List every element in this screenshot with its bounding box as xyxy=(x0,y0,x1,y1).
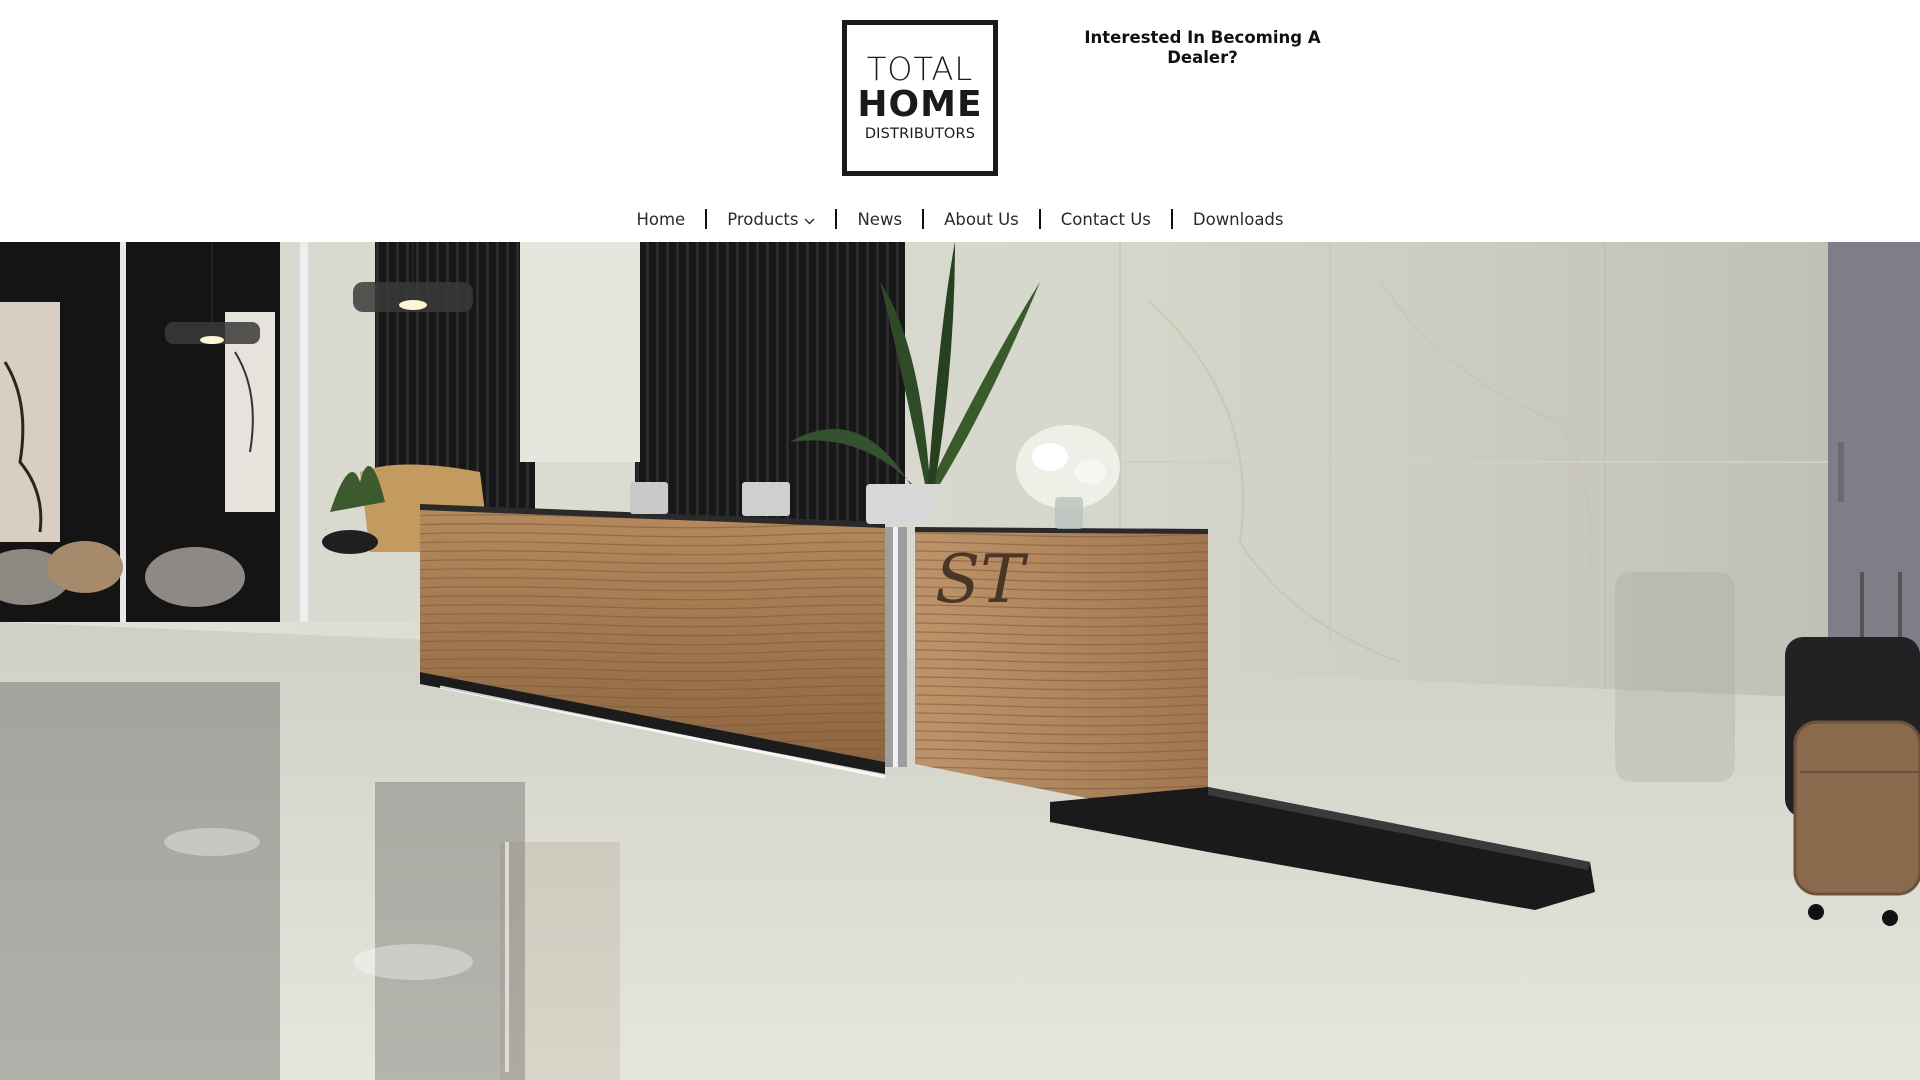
nav-item-label: Products xyxy=(727,209,799,229)
desk-sign: ST xyxy=(935,541,1029,618)
nav-item-label: Home xyxy=(636,209,686,229)
site-logo[interactable]: TOTAL HOME DISTRIBUTORS xyxy=(842,20,998,176)
nav-item-label: Contact Us xyxy=(1060,209,1151,229)
hero-illustration: ST xyxy=(0,242,1920,1080)
nav-item-label: About Us xyxy=(944,209,1019,229)
nav-item-home[interactable]: Home xyxy=(616,210,705,229)
nav-item-news[interactable]: News xyxy=(837,210,922,229)
site-header: TOTAL HOME DISTRIBUTORS Interested In Be… xyxy=(0,0,1920,242)
nav-item-label: News xyxy=(857,209,903,229)
hero-image-lobby: ST xyxy=(0,242,1920,1080)
nav-item-about-us[interactable]: About Us xyxy=(924,210,1039,229)
nav-item-downloads[interactable]: Downloads xyxy=(1173,210,1304,229)
nav-item-label: Downloads xyxy=(1192,209,1284,229)
chevron-down-icon xyxy=(804,215,815,228)
nav-item-contact-us[interactable]: Contact Us xyxy=(1041,210,1171,229)
logo-line-home: HOME xyxy=(857,84,983,125)
become-dealer-link[interactable]: Interested In Becoming A Dealer? xyxy=(1080,28,1325,68)
logo-line-total: TOTAL xyxy=(866,50,974,88)
main-nav: Home Products News About Us Contact Us D… xyxy=(0,203,1920,235)
logo-line-distributors: DISTRIBUTORS xyxy=(864,126,976,142)
nav-item-products[interactable]: Products xyxy=(707,210,835,229)
